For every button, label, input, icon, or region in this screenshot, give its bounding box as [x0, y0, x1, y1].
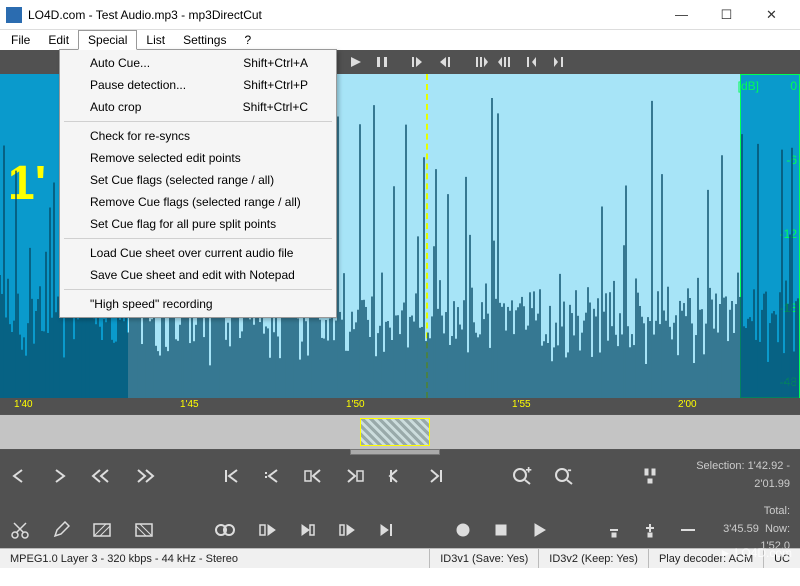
gain-down-button[interactable] [607, 520, 621, 540]
menu-list[interactable]: List [137, 31, 174, 49]
record-button[interactable] [455, 520, 471, 540]
total-label: Total: [764, 505, 790, 517]
ruler-tick: 1'40 [14, 399, 33, 410]
dd-set-cue-split[interactable]: Set Cue flag for all pure split points [62, 213, 334, 235]
status-bar: MPEG1.0 Layer 3 - 320 kbps - 44 kHz - St… [0, 548, 800, 568]
special-dropdown: Auto Cue...Shift+Ctrl+A Pause detection.… [59, 49, 337, 318]
dd-load-cue-sheet[interactable]: Load Cue sheet over current audio file [62, 242, 334, 264]
overview-selection[interactable] [360, 418, 430, 446]
step-fwd-button[interactable] [50, 466, 68, 486]
seek-fwd-button[interactable] [134, 466, 156, 486]
toolbar-sel-begin-icon[interactable] [406, 52, 430, 72]
dd-remove-edit-points[interactable]: Remove selected edit points [62, 147, 334, 169]
dd-check-resyncs[interactable]: Check for re-syncs [62, 125, 334, 147]
app-icon [6, 7, 22, 23]
selection-value: 1'42.92 - 2'01.99 [748, 460, 790, 490]
toolbar-marker-b-icon[interactable] [546, 52, 570, 72]
dd-separator [64, 289, 332, 290]
dd-pause-detection[interactable]: Pause detection...Shift+Ctrl+P [62, 74, 334, 96]
play-sel-button[interactable] [298, 520, 316, 540]
next-marker-button[interactable] [427, 466, 445, 486]
toolbar-marker-a-icon[interactable] [520, 52, 544, 72]
dd-auto-cue[interactable]: Auto Cue...Shift+Ctrl+A [62, 52, 334, 74]
cut-button[interactable] [10, 520, 30, 540]
range-start-button[interactable] [303, 466, 323, 486]
seek-back-button[interactable] [90, 466, 112, 486]
titlebar: LO4D.com - Test Audio.mp3 - mp3DirectCut… [0, 0, 800, 30]
menu-special[interactable]: Special [78, 30, 137, 50]
ruler-tick: 1'55 [512, 399, 531, 410]
svg-text:-: - [568, 467, 571, 475]
status-id3v1: ID3v1 (Save: Yes) [430, 549, 539, 568]
toolbar-pause-icon[interactable] [370, 52, 394, 72]
ruler-tick: 1'50 [346, 399, 365, 410]
skip-start-button[interactable] [223, 466, 241, 486]
dd-set-cue-flags[interactable]: Set Cue flags (selected range / all) [62, 169, 334, 191]
loop-button[interactable] [214, 520, 236, 540]
toolbar-mark-in-icon[interactable] [468, 52, 492, 72]
close-button[interactable]: ✕ [749, 0, 794, 30]
overview-handle[interactable] [350, 449, 440, 455]
dd-high-speed-recording[interactable]: "High speed" recording [62, 293, 334, 315]
prev-marker-button[interactable] [387, 466, 405, 486]
dd-separator [64, 121, 332, 122]
play-sel-end-button[interactable] [338, 520, 356, 540]
play-after-button[interactable] [378, 520, 396, 540]
menu-edit[interactable]: Edit [39, 31, 78, 49]
gain-reset-button[interactable] [679, 520, 697, 540]
toolbar-play-icon[interactable] [344, 52, 368, 72]
zoom-out-button[interactable]: - [554, 466, 574, 486]
dd-auto-crop[interactable]: Auto cropShift+Ctrl+C [62, 96, 334, 118]
edit-button[interactable] [52, 520, 70, 540]
step-back-button[interactable] [10, 466, 28, 486]
hatch-a-button[interactable] [92, 520, 112, 540]
svg-text:+: + [526, 467, 531, 475]
split-button[interactable] [641, 466, 659, 486]
status-id3v2: ID3v2 (Keep: Yes) [539, 549, 649, 568]
dd-remove-cue-flags[interactable]: Remove Cue flags (selected range / all) [62, 191, 334, 213]
skip-prev-button[interactable] [263, 466, 281, 486]
menu-help[interactable]: ? [235, 31, 260, 49]
ruler-tick: 1'45 [180, 399, 199, 410]
maximize-button[interactable]: ☐ [704, 0, 749, 30]
play-button[interactable] [531, 520, 547, 540]
menubar: File Edit Special List Settings ? [0, 30, 800, 50]
toolbar-mark-out-icon[interactable] [494, 52, 518, 72]
total-value: 3'45.59 [723, 523, 759, 535]
hatch-b-button[interactable] [134, 520, 154, 540]
gain-up-button[interactable] [643, 520, 657, 540]
menu-settings[interactable]: Settings [174, 31, 235, 49]
time-ruler: 1'40 1'45 1'50 1'55 2'00 [0, 398, 800, 414]
status-decoder: Play decoder: ACM [649, 549, 764, 568]
overview-strip[interactable] [0, 414, 800, 450]
play-sel-start-button[interactable] [258, 520, 276, 540]
ruler-tick: 2'00 [678, 399, 697, 410]
stop-button[interactable] [493, 520, 509, 540]
menu-file[interactable]: File [2, 31, 39, 49]
window-title: LO4D.com - Test Audio.mp3 - mp3DirectCut [28, 8, 659, 22]
zoom-in-button[interactable]: + [512, 466, 532, 486]
status-format: MPEG1.0 Layer 3 - 320 kbps - 44 kHz - St… [0, 549, 430, 568]
minimize-button[interactable]: — [659, 0, 704, 30]
status-uc: UC [764, 549, 800, 568]
selection-label: Selection: [696, 460, 744, 472]
dd-separator [64, 238, 332, 239]
now-label: Now: [765, 523, 790, 535]
controls-panel: + - Selection: 1'42.92 - 2'01.99 Total: … [0, 450, 800, 548]
controls-row-1: + - Selection: 1'42.92 - 2'01.99 [10, 458, 790, 493]
range-end-button[interactable] [345, 466, 365, 486]
dd-save-cue-sheet[interactable]: Save Cue sheet and edit with Notepad [62, 264, 334, 286]
toolbar-sel-end-icon[interactable] [432, 52, 456, 72]
